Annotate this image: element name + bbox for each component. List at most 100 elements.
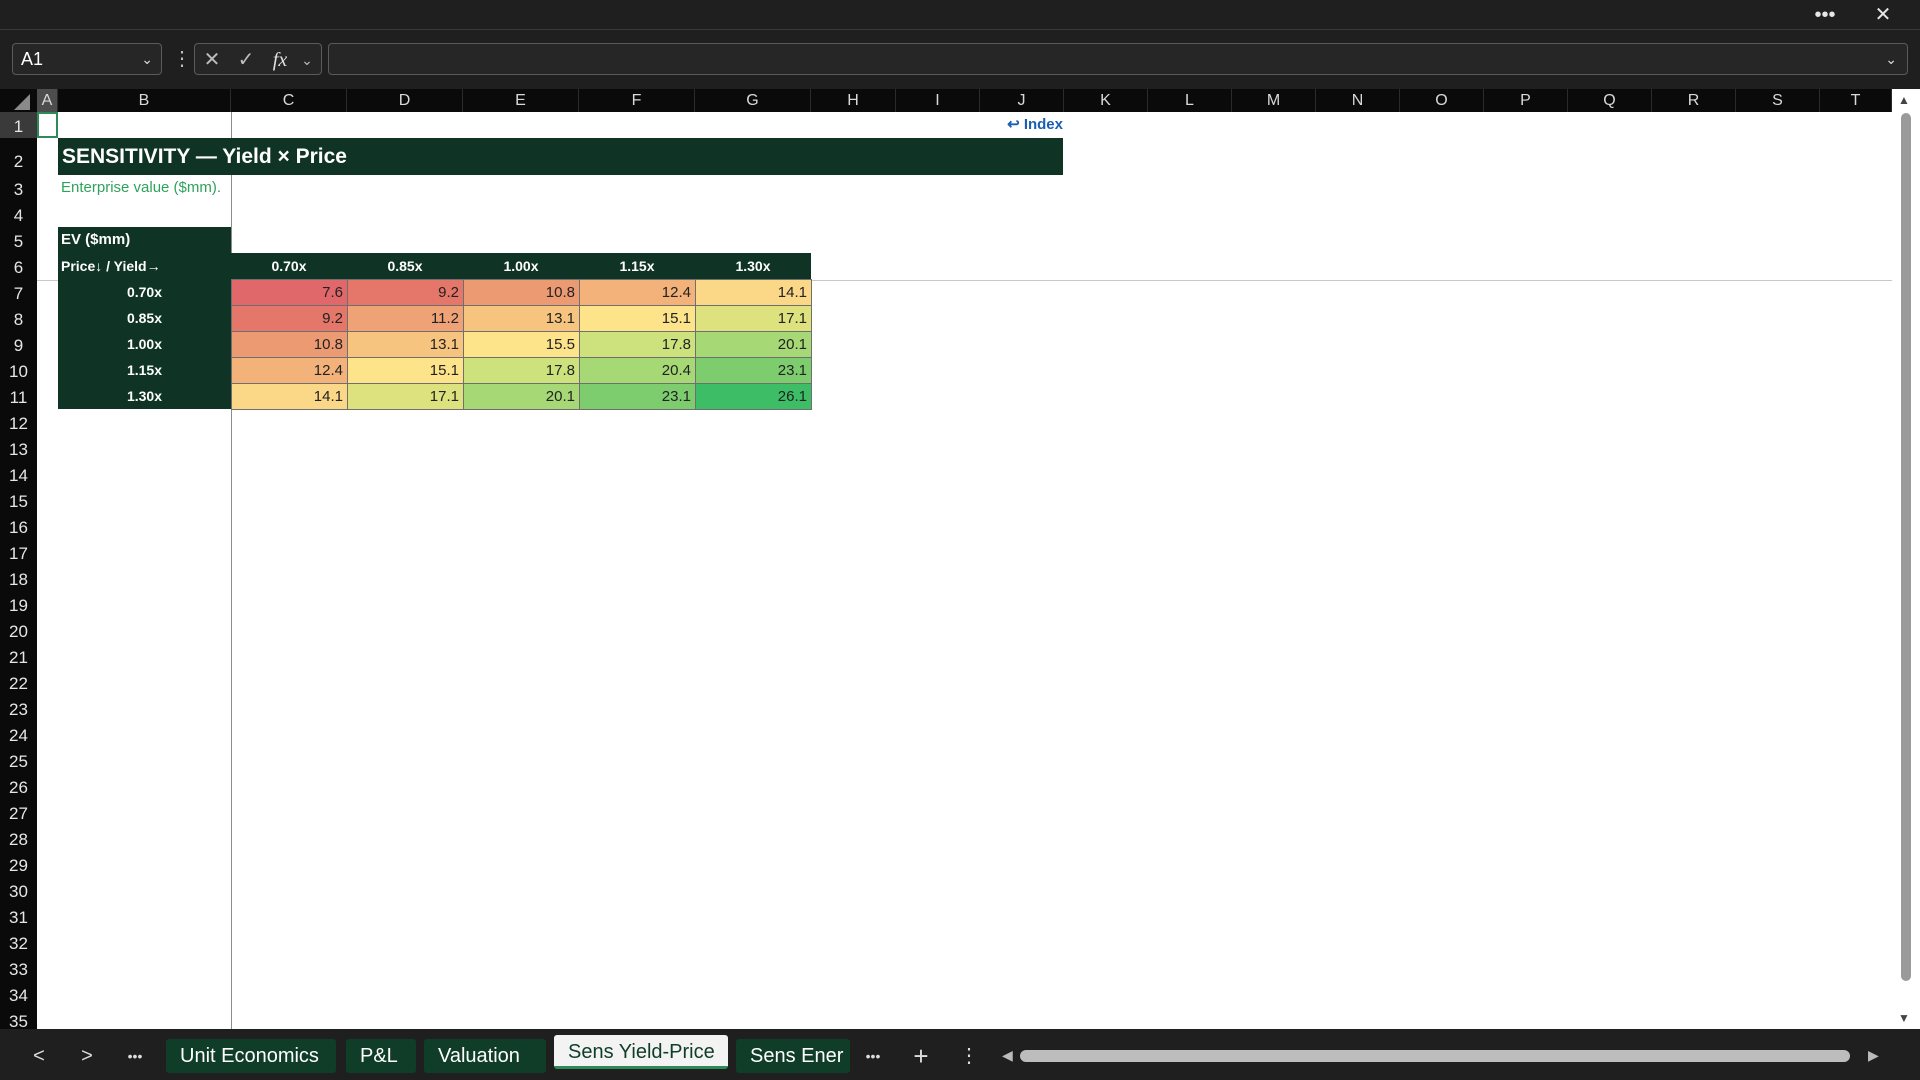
sheet-tab[interactable]: Sens Ener [736, 1039, 850, 1073]
ev-value-cell[interactable]: 23.1 [579, 383, 696, 410]
cancel-icon[interactable]: ✕ [197, 44, 227, 76]
ev-value-cell[interactable]: 11.2 [347, 305, 464, 332]
row-header-35[interactable]: 35 [0, 1007, 37, 1029]
row-header-34[interactable]: 34 [0, 981, 37, 1007]
ev-value-cell[interactable]: 12.4 [579, 279, 696, 306]
ev-value-cell[interactable]: 15.1 [579, 305, 696, 332]
index-link[interactable]: ↩ Index [990, 112, 1063, 138]
ev-value-cell[interactable]: 10.8 [231, 331, 348, 358]
worksheet-grid[interactable]: ABCDEFGHIJKLMNOPQRST 1 2 3 4 5 6 7 8 9 10 11 12 13 14… [0, 89, 1920, 1029]
formula-input[interactable]: ⌄ [328, 43, 1908, 75]
name-box[interactable]: A1 ⌄ [12, 43, 162, 75]
column-header-A[interactable]: A [37, 89, 58, 112]
chevron-down-icon[interactable]: ⌄ [295, 44, 319, 76]
column-header-T[interactable]: T [1820, 89, 1892, 112]
column-header-H[interactable]: H [811, 89, 896, 112]
horizontal-scroll-thumb[interactable] [1020, 1050, 1850, 1062]
row-header-24[interactable]: 24 [0, 721, 37, 747]
row-header-14[interactable]: 14 [0, 461, 37, 487]
column-header-O[interactable]: O [1400, 89, 1484, 112]
ev-value-cell[interactable]: 12.4 [231, 357, 348, 384]
row-header-10[interactable]: 10 [0, 357, 37, 383]
column-header-P[interactable]: P [1484, 89, 1568, 112]
scroll-down-icon[interactable]: ▼ [1898, 1011, 1910, 1025]
column-header-L[interactable]: L [1148, 89, 1232, 112]
ev-value-cell[interactable]: 23.1 [695, 357, 812, 384]
add-sheet-icon[interactable]: + [906, 1041, 936, 1071]
row-header-20[interactable]: 20 [0, 617, 37, 643]
column-header-R[interactable]: R [1652, 89, 1736, 112]
scroll-up-icon[interactable]: ▲ [1898, 93, 1910, 107]
ev-value-cell[interactable]: 17.8 [463, 357, 580, 384]
row-header-7[interactable]: 7 [0, 279, 37, 305]
row-header-8[interactable]: 8 [0, 305, 37, 331]
row-header-33[interactable]: 33 [0, 955, 37, 981]
row-header-12[interactable]: 12 [0, 409, 37, 435]
sheet-tab[interactable]: P&L [346, 1039, 416, 1073]
select-all-corner[interactable] [0, 89, 37, 112]
column-header-G[interactable]: G [695, 89, 811, 112]
row-header-19[interactable]: 19 [0, 591, 37, 617]
ev-value-cell[interactable]: 10.8 [463, 279, 580, 306]
more-options-icon[interactable]: ••• [1808, 0, 1842, 30]
ev-value-cell[interactable]: 9.2 [347, 279, 464, 306]
prev-sheet-icon[interactable]: < [24, 1041, 54, 1071]
row-header-4[interactable]: 4 [0, 201, 37, 227]
column-header-C[interactable]: C [231, 89, 347, 112]
row-header-16[interactable]: 16 [0, 513, 37, 539]
row-header-27[interactable]: 27 [0, 799, 37, 825]
sheet-tab[interactable]: Valuation [424, 1039, 546, 1073]
chevron-down-icon[interactable]: ⌄ [141, 44, 153, 74]
ev-value-cell[interactable]: 14.1 [231, 383, 348, 410]
row-header-1[interactable]: 1 [0, 112, 37, 138]
ev-value-cell[interactable]: 20.4 [579, 357, 696, 384]
ev-value-cell[interactable]: 13.1 [463, 305, 580, 332]
row-header-3[interactable]: 3 [0, 175, 37, 201]
column-header-J[interactable]: J [980, 89, 1064, 112]
column-header-N[interactable]: N [1316, 89, 1400, 112]
column-header-S[interactable]: S [1736, 89, 1820, 112]
sheet-tab[interactable]: Sens Yield-Price [554, 1035, 728, 1069]
row-header-29[interactable]: 29 [0, 851, 37, 877]
row-header-30[interactable]: 30 [0, 877, 37, 903]
ev-value-cell[interactable]: 20.1 [695, 331, 812, 358]
vertical-scroll-thumb[interactable] [1901, 113, 1911, 981]
row-header-21[interactable]: 21 [0, 643, 37, 669]
ev-value-cell[interactable]: 15.1 [347, 357, 464, 384]
more-sheets-right-icon[interactable]: ••• [858, 1041, 888, 1071]
scroll-left-icon[interactable]: ◀ [1002, 1047, 1013, 1064]
row-header-28[interactable]: 28 [0, 825, 37, 851]
row-header-5[interactable]: 5 [0, 227, 37, 253]
row-header-23[interactable]: 23 [0, 695, 37, 721]
column-header-M[interactable]: M [1232, 89, 1316, 112]
expand-formula-icon[interactable]: ⌄ [1885, 44, 1897, 74]
row-header-13[interactable]: 13 [0, 435, 37, 461]
ev-value-cell[interactable]: 7.6 [231, 279, 348, 306]
row-header-22[interactable]: 22 [0, 669, 37, 695]
close-icon[interactable]: ✕ [1866, 0, 1900, 30]
row-header-25[interactable]: 25 [0, 747, 37, 773]
ev-value-cell[interactable]: 17.1 [695, 305, 812, 332]
more-sheets-icon[interactable]: ••• [120, 1041, 150, 1071]
active-cell-A1[interactable] [37, 112, 58, 138]
row-header-11[interactable]: 11 [0, 383, 37, 409]
scroll-right-icon[interactable]: ▶ [1868, 1047, 1879, 1064]
ev-value-cell[interactable]: 15.5 [463, 331, 580, 358]
ev-value-cell[interactable]: 14.1 [695, 279, 812, 306]
row-header-6[interactable]: 6 [0, 253, 37, 279]
ev-value-cell[interactable]: 17.8 [579, 331, 696, 358]
column-header-E[interactable]: E [463, 89, 579, 112]
column-header-D[interactable]: D [347, 89, 463, 112]
ev-value-cell[interactable]: 20.1 [463, 383, 580, 410]
insert-function-icon[interactable]: fx [265, 44, 295, 76]
ev-value-cell[interactable]: 13.1 [347, 331, 464, 358]
column-header-Q[interactable]: Q [1568, 89, 1652, 112]
column-header-K[interactable]: K [1064, 89, 1148, 112]
sheet-menu-icon[interactable]: ⋮ [954, 1041, 984, 1071]
column-header-F[interactable]: F [579, 89, 695, 112]
next-sheet-icon[interactable]: > [72, 1041, 102, 1071]
ev-value-cell[interactable]: 9.2 [231, 305, 348, 332]
row-header-32[interactable]: 32 [0, 929, 37, 955]
row-header-26[interactable]: 26 [0, 773, 37, 799]
row-header-17[interactable]: 17 [0, 539, 37, 565]
